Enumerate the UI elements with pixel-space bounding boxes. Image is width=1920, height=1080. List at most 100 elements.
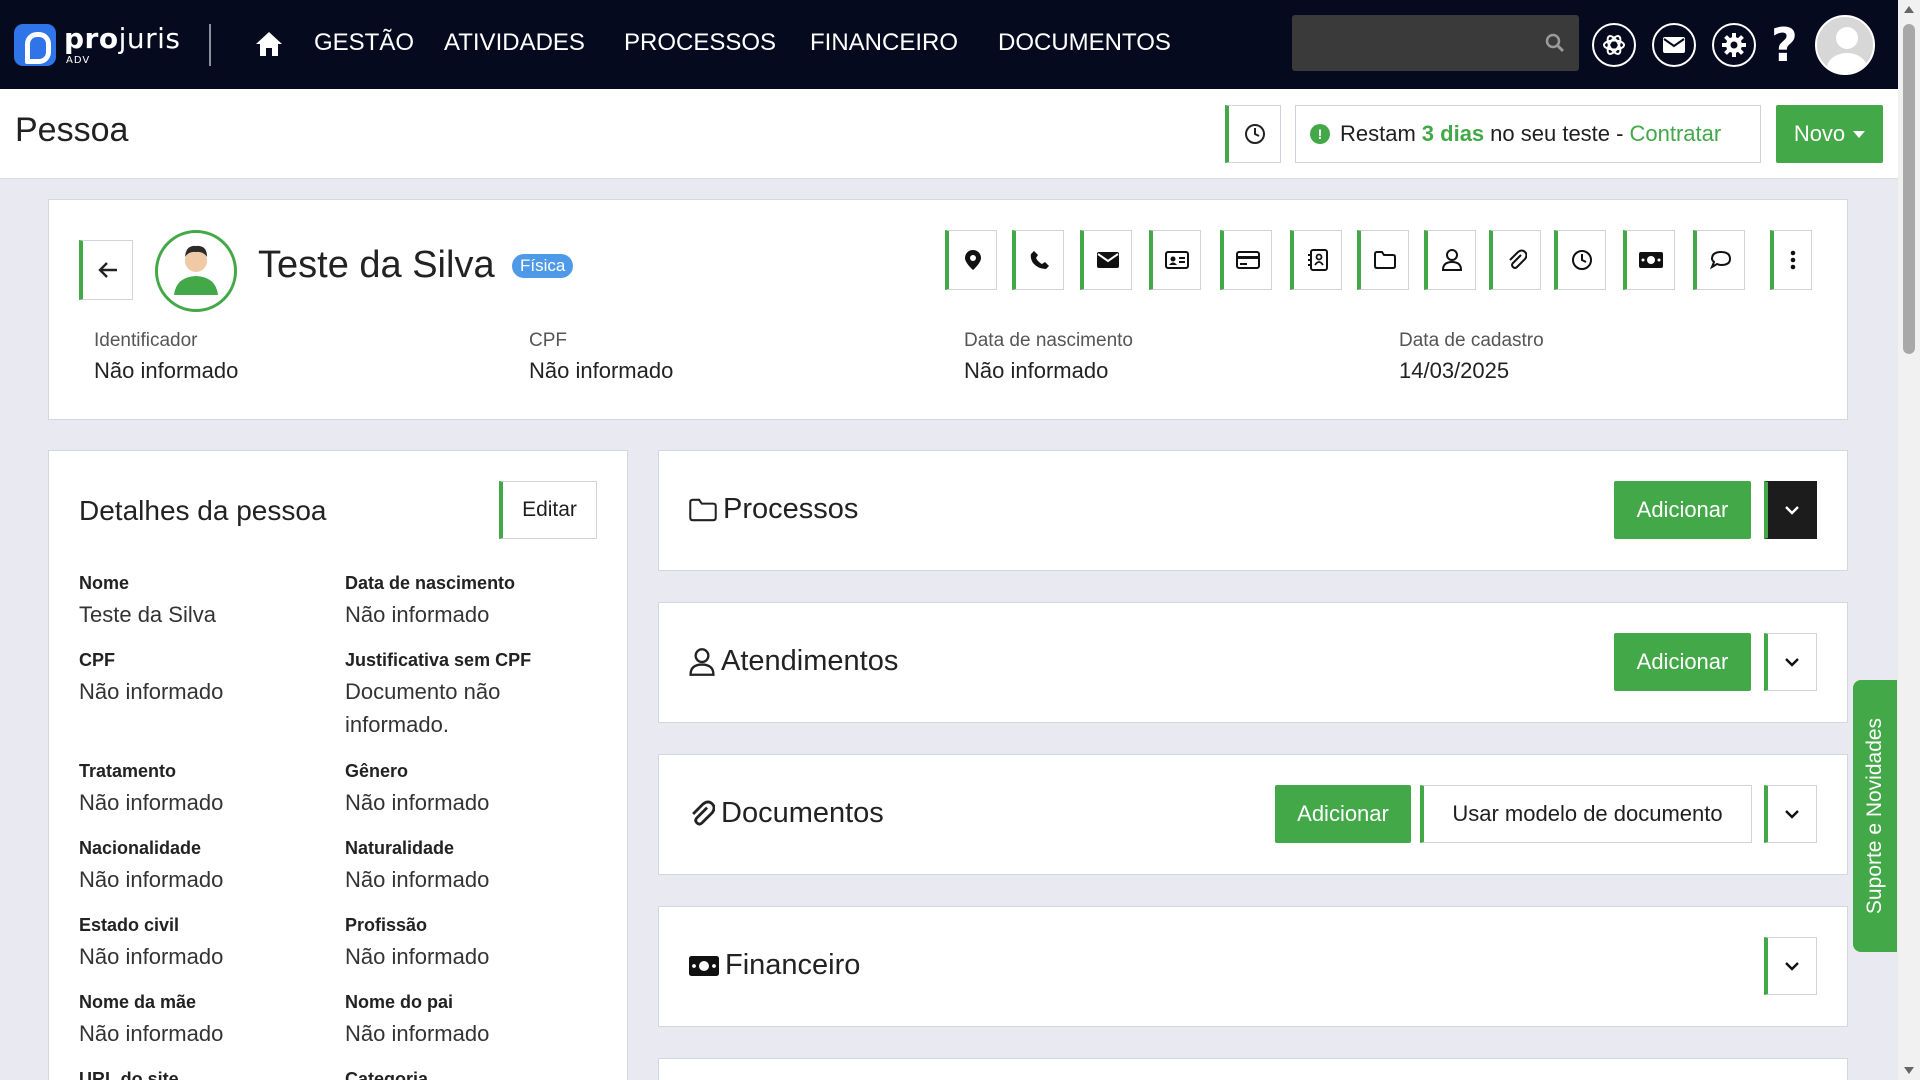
person-summary-card: Teste da Silva Física Identificador Não … bbox=[48, 199, 1848, 420]
registration-date-value: 14/03/2025 bbox=[1399, 358, 1510, 383]
name-label: Nome bbox=[79, 573, 130, 593]
back-button[interactable] bbox=[79, 240, 133, 300]
folder-button[interactable] bbox=[1357, 230, 1409, 290]
email-button[interactable] bbox=[1080, 230, 1132, 290]
clock-icon bbox=[1571, 250, 1592, 270]
birthdate-value: Não informado bbox=[964, 358, 1109, 383]
money-icon bbox=[1638, 252, 1663, 268]
ai-assistant-icon[interactable] bbox=[1592, 23, 1636, 67]
folder-icon bbox=[1373, 251, 1396, 269]
contratar-link[interactable]: Contratar bbox=[1629, 121, 1721, 147]
bank-account-button[interactable] bbox=[1220, 230, 1272, 290]
identifier-label: Identificador bbox=[94, 330, 198, 351]
marital-status-label: Estado civil bbox=[79, 915, 180, 935]
support-news-tab[interactable]: Suporte e Novidades bbox=[1853, 680, 1897, 952]
phone-icon bbox=[1030, 251, 1049, 269]
person-avatar bbox=[155, 230, 237, 312]
chat-icon bbox=[1709, 250, 1731, 270]
nav-atividades[interactable]: ATIVIDADES bbox=[444, 29, 585, 57]
chevron-down-icon bbox=[1785, 810, 1799, 819]
person-details-card: Detalhes da pessoa Editar Nome Teste da … bbox=[48, 450, 628, 1080]
chevron-down-icon bbox=[1785, 658, 1799, 667]
cpf-label: CPF bbox=[79, 650, 115, 670]
financial-section: Financeiro bbox=[658, 906, 1848, 1027]
nav-financeiro[interactable]: FINANCEIRO bbox=[810, 29, 958, 57]
trial-days: 3 dias bbox=[1421, 121, 1485, 146]
home-icon[interactable] bbox=[254, 30, 284, 58]
processes-expand-button[interactable] bbox=[1764, 481, 1817, 539]
page-scrollbar[interactable] bbox=[1898, 0, 1920, 1080]
financial-button[interactable] bbox=[1623, 230, 1675, 290]
mail-icon bbox=[1096, 252, 1119, 268]
gender-value: Não informado bbox=[345, 790, 490, 815]
birthplace-label: Naturalidade bbox=[345, 838, 455, 858]
page-header: Pessoa ! Restam 3 dias no seu teste - Co… bbox=[0, 89, 1898, 179]
arrow-left-icon bbox=[97, 262, 117, 278]
money-icon bbox=[689, 955, 719, 976]
category-label: Categoria bbox=[345, 1069, 429, 1080]
profession-value: Não informado bbox=[345, 944, 490, 969]
settings-gear-icon[interactable] bbox=[1712, 23, 1756, 67]
user-avatar[interactable] bbox=[1815, 15, 1875, 75]
folder-icon bbox=[689, 498, 717, 521]
add-attendance-button[interactable]: Adicionar bbox=[1614, 633, 1751, 691]
projuris-logo-icon[interactable] bbox=[14, 24, 56, 66]
use-document-template-button[interactable]: Usar modelo de documento bbox=[1420, 785, 1752, 843]
paperclip-icon bbox=[692, 800, 715, 826]
name-value: Teste da Silva bbox=[79, 602, 216, 627]
address-button[interactable] bbox=[945, 230, 997, 290]
search-icon[interactable] bbox=[1545, 33, 1565, 53]
person-name: Teste da Silva bbox=[258, 244, 495, 286]
nationality-label: Nacionalidade bbox=[79, 838, 202, 858]
processes-title: Processos bbox=[689, 493, 858, 526]
attendance-button[interactable] bbox=[1424, 230, 1476, 290]
nav-documentos[interactable]: DOCUMENTOS bbox=[998, 29, 1171, 57]
add-process-button[interactable]: Adicionar bbox=[1614, 481, 1751, 539]
site-url-label: URL do site bbox=[79, 1069, 179, 1080]
profession-label: Profissão bbox=[345, 915, 428, 935]
birthdate-label: Data de nascimento bbox=[345, 573, 516, 593]
add-document-button[interactable]: Adicionar bbox=[1275, 785, 1411, 843]
history-button[interactable] bbox=[1225, 105, 1281, 163]
attachments-button[interactable] bbox=[1489, 230, 1541, 290]
contacts-button[interactable] bbox=[1290, 230, 1342, 290]
scroll-up-arrow-icon[interactable] bbox=[1904, 6, 1914, 13]
chevron-down-icon bbox=[1785, 962, 1799, 971]
documents-id-button[interactable] bbox=[1149, 230, 1201, 290]
documents-title: Documentos bbox=[689, 797, 884, 830]
nav-gestao[interactable]: GESTÃO bbox=[314, 29, 414, 57]
details-title: Detalhes da pessoa bbox=[79, 495, 327, 526]
timeline-button[interactable] bbox=[1554, 230, 1606, 290]
new-dropdown-button[interactable]: Novo bbox=[1776, 105, 1883, 163]
nav-divider bbox=[209, 24, 211, 66]
processes-section: Processos Adicionar bbox=[658, 450, 1848, 571]
treatment-label: Tratamento bbox=[79, 761, 177, 781]
help-icon[interactable]: ? bbox=[1771, 18, 1798, 72]
comments-button[interactable] bbox=[1693, 230, 1745, 290]
mother-name-label: Nome da mãe bbox=[79, 992, 197, 1012]
person-type-badge: Física bbox=[512, 254, 574, 278]
more-options-button[interactable] bbox=[1770, 230, 1812, 290]
location-icon bbox=[964, 250, 981, 270]
scrollbar-thumb[interactable] bbox=[1903, 24, 1915, 354]
nav-processos[interactable]: PROCESSOS bbox=[624, 29, 776, 57]
cpf-value: Não informado bbox=[79, 679, 224, 704]
attendances-title: Atendimentos bbox=[689, 645, 898, 678]
attendances-section: Atendimentos Adicionar bbox=[658, 602, 1848, 723]
trial-banner: ! Restam 3 dias no seu teste - Contratar bbox=[1295, 105, 1761, 163]
birthdate-value: Não informado bbox=[345, 602, 490, 627]
attendances-expand-button[interactable] bbox=[1764, 633, 1817, 691]
contacts-icon bbox=[1307, 249, 1328, 271]
edit-button[interactable]: Editar bbox=[499, 481, 597, 539]
documents-expand-button[interactable] bbox=[1764, 785, 1817, 843]
phone-button[interactable] bbox=[1012, 230, 1064, 290]
scroll-down-arrow-icon[interactable] bbox=[1904, 1067, 1914, 1074]
gender-label: Gênero bbox=[345, 761, 409, 781]
search-input[interactable] bbox=[1292, 15, 1579, 71]
mother-name-value: Não informado bbox=[79, 1021, 224, 1046]
messages-icon[interactable] bbox=[1652, 23, 1696, 67]
financial-title: Financeiro bbox=[689, 949, 860, 982]
cpf-justification-label: Justificativa sem CPF bbox=[345, 650, 532, 670]
financial-expand-button[interactable] bbox=[1764, 937, 1817, 995]
user-icon bbox=[1441, 249, 1462, 271]
